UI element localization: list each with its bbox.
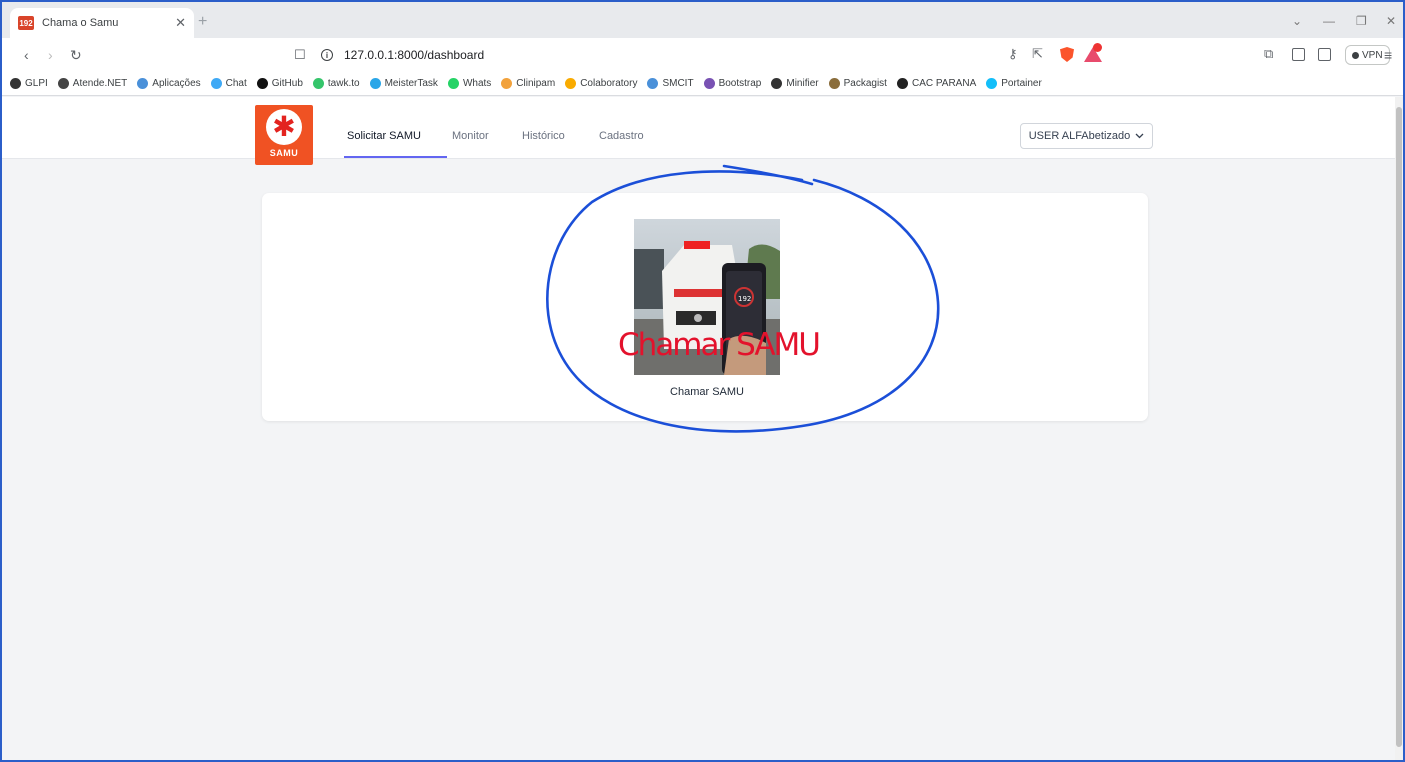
tab-strip: 192 Chama o Samu ✕ + ⌄ — ❐ ✕ [2,2,1403,38]
nav-cadastro[interactable]: Cadastro [599,130,644,142]
bookmark-label: Portainer [1001,78,1042,89]
bookmark-label: Colaboratory [580,78,638,89]
password-key-icon[interactable]: ⚷ [1008,46,1018,62]
bookmark-label: SMCIT [662,78,694,89]
bookmark-favicon-icon [771,78,783,89]
bookmark-item[interactable]: GLPI [10,78,48,89]
vpn-label: VPN [1362,49,1383,61]
samu-favicon-icon: 192 [18,16,34,30]
nav-monitor[interactable]: Monitor [452,130,489,142]
bookmark-favicon-icon [565,78,577,89]
bookmark-favicon-icon [312,78,324,89]
bookmark-page-icon[interactable]: ☐ [294,47,306,63]
bookmark-label: Bootstrap [718,78,762,89]
samu-emblem-icon: ✱ [266,109,302,145]
logo-text: SAMU [269,148,299,158]
nav-solicitar-samu[interactable]: Solicitar SAMU [347,130,421,142]
page-scrollbar[interactable] [1395,97,1403,760]
reload-icon[interactable]: ↻ [70,47,82,64]
minimize-icon[interactable]: — [1323,14,1335,28]
bookmark-favicon-icon [10,78,21,89]
close-window-icon[interactable]: ✕ [1386,14,1396,28]
bookmark-favicon-icon [896,78,908,89]
bookmark-favicon-icon [986,78,998,89]
bookmark-favicon-icon [57,78,69,89]
bookmark-item[interactable]: Portainer [986,78,1042,89]
nav-historico[interactable]: Histórico [522,130,565,142]
chevron-down-icon [1135,133,1144,139]
menu-icon[interactable]: ≡ [1384,47,1392,63]
tile-overlay-text: Chamar SAMU [618,327,821,363]
bookmark-favicon-icon [703,78,715,89]
active-nav-indicator [344,156,447,158]
bookmark-favicon-icon [210,78,222,89]
bookmarks-bar: GLPI Atende.NET Aplicações Chat GitHub tawk.t… [2,72,1403,96]
back-icon[interactable]: ‹ [24,47,29,63]
bookmark-label: Atende.NET [72,78,128,89]
bookmark-favicon-icon [828,78,840,89]
bookmark-label: Clinipam [516,78,556,89]
share-icon[interactable]: ⇱ [1032,46,1043,62]
services-card: 192 Chamar SAMU Chamar SAMU [262,193,1148,421]
star-of-life-icon: ✱ [272,111,296,142]
app-navbar: ✱ SAMU Solicitar SAMU Monitor Histórico … [2,97,1395,165]
page-content: ✱ SAMU Solicitar SAMU Monitor Histórico … [2,97,1395,760]
browser-toolbar: ‹ › ↻ ☐ i 127.0.0.1:8000/dashboard ⚷ ⇱ ⧉… [2,38,1403,72]
bookmark-item[interactable]: Atende.NET [57,78,128,89]
bookmark-favicon-icon [647,78,659,89]
bookmark-favicon-icon [256,78,268,89]
bookmark-favicon-icon [137,78,149,89]
bookmark-item[interactable]: GitHub [256,78,303,89]
bookmark-item[interactable]: CAC PARANA [896,78,977,89]
bookmark-label: Packagist [843,78,887,89]
bookmark-item[interactable]: SMCIT [647,78,694,89]
bookmark-item[interactable]: Whats [447,78,492,89]
brave-shield-icon[interactable] [1060,47,1074,62]
restore-icon[interactable]: ❐ [1356,14,1367,28]
bookmark-label: Minifier [786,78,819,89]
user-name: USER ALFAbetizado [1028,130,1131,142]
svg-text:192: 192 [738,295,751,303]
close-tab-icon[interactable]: ✕ [175,15,186,31]
bookmark-label: Chat [225,78,247,89]
vpn-status-icon [1352,51,1359,59]
tab-search-icon[interactable]: ⌄ [1292,14,1302,28]
forward-icon[interactable]: › [48,47,53,63]
bookmark-label: GLPI [25,78,48,89]
rewards-badge [1093,43,1102,52]
browser-window: 192 Chama o Samu ✕ + ⌄ — ❐ ✕ ‹ › ↻ ☐ i 1… [2,2,1403,760]
bookmark-favicon-icon [369,78,381,89]
tab-title: Chama o Samu [42,17,119,29]
bookmark-item[interactable]: MeisterTask [369,78,438,89]
address-bar[interactable]: 127.0.0.1:8000/dashboard [344,48,484,62]
bookmark-item[interactable]: Minifier [771,78,819,89]
bookmark-label: CAC PARANA [911,78,977,89]
bookmark-item[interactable]: Chat [210,78,247,89]
wallet-icon[interactable] [1318,48,1331,61]
tile-label[interactable]: Chamar SAMU [634,386,780,398]
bookmark-item[interactable]: Aplicações [137,78,201,89]
bookmark-item[interactable]: tawk.to [312,78,360,89]
browser-tab[interactable]: 192 Chama o Samu ✕ [10,8,194,38]
scroll-thumb[interactable] [1396,107,1402,747]
extensions-icon[interactable]: ⧉ [1264,46,1273,62]
new-tab-icon[interactable]: + [198,13,207,31]
bookmark-label: tawk.to [327,78,360,89]
bookmark-label: Whats [462,78,492,89]
bookmark-label: GitHub [271,78,303,89]
bookmark-favicon-icon [501,78,513,89]
bookmark-item[interactable]: Bootstrap [703,78,762,89]
bookmark-label: Aplicações [152,78,201,89]
bookmark-favicon-icon [447,78,459,89]
sidebar-icon[interactable] [1292,48,1305,61]
bookmark-item[interactable]: Colaboratory [565,78,637,89]
bookmark-item[interactable]: Clinipam [501,78,555,89]
user-menu-button[interactable]: USER ALFAbetizado [1020,123,1153,149]
bookmark-label: MeisterTask [384,78,438,89]
site-info-icon[interactable]: i [321,49,333,61]
bookmark-item[interactable]: Packagist [828,78,887,89]
vpn-button[interactable]: VPN [1345,45,1390,65]
samu-logo[interactable]: ✱ SAMU [255,105,313,165]
